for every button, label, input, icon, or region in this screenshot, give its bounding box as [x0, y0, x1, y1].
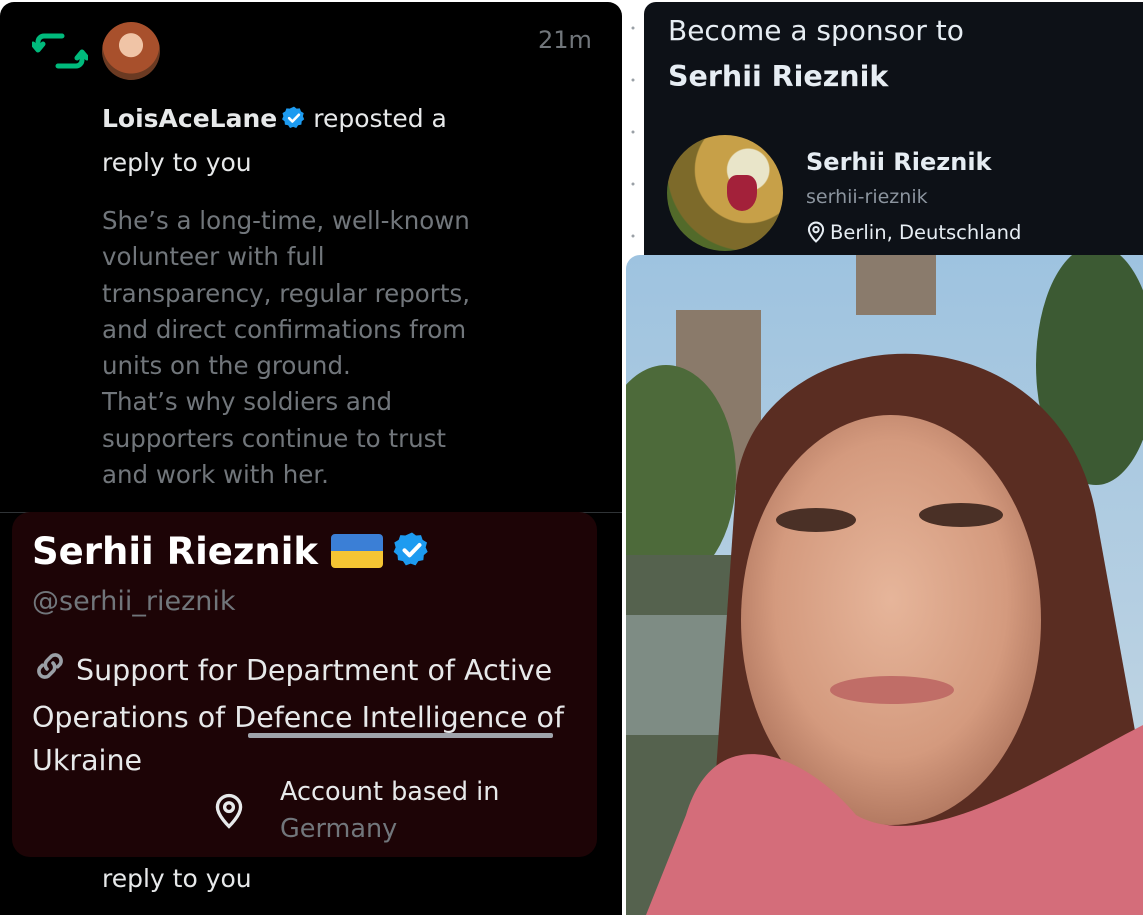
link-icon — [32, 648, 68, 696]
bio-line: Support for Department of Active — [76, 654, 553, 687]
verified-badge-icon — [392, 530, 432, 574]
location-pin-icon — [807, 221, 825, 243]
profile-card[interactable]: Serhii Rieznik @serhii_rieznik Support f… — [12, 512, 597, 857]
reply-line: transparency, regular reports, — [102, 278, 470, 308]
sponsor-location: Berlin, Deutschland — [806, 221, 1021, 244]
notification-header: LoisAceLane reposted a — [102, 104, 447, 137]
account-based-label: Account based in — [280, 777, 500, 807]
profile-name: Serhii Rieznik — [32, 530, 319, 573]
verified-badge-icon — [281, 105, 307, 137]
bio-line: Operations of — [32, 701, 226, 734]
sponsor-username: serhii-rieznik — [806, 186, 928, 208]
sponsor-name[interactable]: Serhii Rieznik — [806, 148, 992, 176]
reply-line: She’s a long-time, well-known — [102, 206, 470, 235]
notification-action-text: reply to you — [102, 864, 252, 893]
reply-text[interactable]: She’s a long-time, well-known volunteer … — [102, 203, 522, 493]
repost-icon — [32, 33, 88, 69]
sponsor-title: Become a sponsor to — [668, 14, 964, 47]
reply-line: units on the ground. — [102, 351, 351, 381]
underline-annotation — [248, 733, 553, 738]
reply-line: supporters continue to trust — [102, 423, 447, 453]
divider — [631, 26, 635, 238]
user-name-link[interactable]: LoisAceLane — [102, 104, 277, 133]
reply-line: volunteer with full — [102, 242, 325, 272]
reply-line: and work with her. — [102, 460, 329, 490]
reply-line: and direct confirmations from — [102, 314, 467, 344]
reply-line: That’s why soldiers and — [102, 387, 393, 417]
avatar[interactable] — [102, 22, 160, 80]
sponsor-panel: Become a sponsor to Serhii Rieznik Serhi… — [644, 2, 1143, 262]
profile-handle: @serhii_rieznik — [32, 586, 236, 617]
cheetah-mouth — [727, 175, 757, 211]
location-pin-icon — [213, 793, 245, 833]
profile-bio: Support for Department of Active Operati… — [32, 648, 607, 782]
selfie-photo — [626, 255, 1143, 915]
bio-line: of — [536, 701, 565, 734]
timestamp: 21m — [538, 26, 592, 54]
sponsor-title-name: Serhii Rieznik — [668, 60, 889, 93]
account-based-country: Germany — [280, 814, 398, 844]
notification-action-cont: reply to you — [102, 148, 252, 177]
account-based-info: Account based in Germany — [280, 774, 499, 848]
sponsor-location-text: Berlin, Deutschland — [830, 221, 1022, 244]
ukraine-flag-icon — [331, 534, 383, 568]
notification-action: reposted a — [313, 104, 447, 133]
bio-highlight: Defence Intelligence — [234, 701, 528, 734]
avatar[interactable] — [667, 135, 783, 251]
